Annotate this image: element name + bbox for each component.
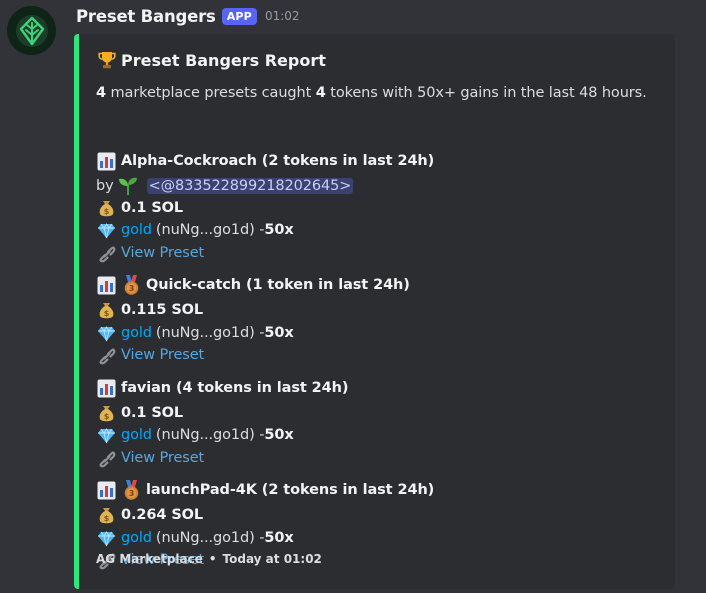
embed-footer: AG Marketplace • Today at 01:02 (96, 551, 322, 567)
money-bag-icon: $ (96, 505, 117, 526)
embed-description: 4 marketplace presets caught 4 tokens wi… (96, 85, 647, 101)
preset-amount-line: $ 0.1 SOL (96, 197, 183, 219)
money-bag-icon: $ (96, 403, 117, 424)
preset-name-line: 3 Quick-catch (1 token in last 24h) (96, 274, 410, 296)
seedling-icon (118, 176, 139, 197)
gem-icon (96, 425, 117, 446)
token-line: gold (nuNg...go1d) - 50x (96, 424, 294, 446)
trophy-icon (96, 50, 117, 71)
money-bag-icon: $ (96, 198, 117, 219)
svg-text:$: $ (104, 514, 110, 523)
gem-icon (96, 220, 117, 241)
bronze-medal-icon: 3 (121, 479, 142, 501)
token-address: (nuNg...go1d) - (155, 427, 265, 443)
desc-text: tokens with 50x+ gains in the last 48 ho… (325, 85, 647, 101)
token-link[interactable]: gold (121, 530, 152, 546)
token-link[interactable]: gold (121, 222, 152, 238)
preset-count: 4 (96, 85, 106, 101)
svg-text:$: $ (104, 412, 110, 421)
preset-name-line: favian (4 tokens in last 24h) (96, 377, 348, 399)
footer-timestamp: Today at 01:02 (222, 552, 322, 566)
preset-name: favian (4 tokens in last 24h) (121, 380, 349, 396)
preset-amount: 0.1 SOL (121, 405, 184, 421)
leaf-logo-icon (15, 14, 48, 47)
view-preset-link[interactable]: View Preset (121, 450, 204, 466)
gain-value: 50x (264, 222, 294, 238)
preset-amount-line: $ 0.264 SOL (96, 504, 203, 526)
link-icon (96, 448, 117, 469)
footer-separator: • (208, 552, 217, 566)
gem-icon (96, 323, 117, 344)
gain-value: 50x (264, 427, 294, 443)
by-label: by (96, 178, 114, 194)
embed-title-text: Preset Bangers Report (121, 50, 326, 70)
preset-amount-line: $ 0.115 SOL (96, 299, 203, 321)
preset-name-line: 3 launchPad-4K (2 tokens in last 24h) (96, 479, 434, 501)
token-link[interactable]: gold (121, 325, 152, 341)
token-line: gold (nuNg...go1d) - 50x (96, 527, 294, 549)
token-address: (nuNg...go1d) - (155, 222, 265, 238)
chart-icon (96, 480, 117, 501)
bronze-medal-icon: 3 (121, 274, 142, 296)
view-preset-link[interactable]: View Preset (121, 347, 204, 363)
token-count: 4 (315, 85, 326, 101)
preset-name: launchPad-4K (2 tokens in last 24h) (146, 482, 435, 498)
view-preset-line: View Preset (96, 242, 204, 264)
report-embed: Preset Bangers Report 4 marketplace pres… (74, 34, 675, 589)
preset-amount: 0.264 SOL (121, 507, 204, 523)
preset-name: Quick-catch (1 token in last 24h) (146, 277, 410, 293)
svg-text:3: 3 (129, 489, 134, 498)
preset-amount: 0.1 SOL (121, 200, 184, 216)
gain-value: 50x (264, 325, 294, 341)
gain-value: 50x (264, 530, 294, 546)
author-name[interactable]: Preset Bangers (76, 7, 216, 26)
svg-text:3: 3 (129, 284, 134, 293)
view-preset-link[interactable]: View Preset (121, 245, 204, 261)
svg-text:$: $ (104, 309, 110, 318)
embed-title: Preset Bangers Report (96, 47, 326, 73)
preset-author-line: by <@833522899218202645> (96, 175, 354, 197)
footer-source: AG Marketplace (96, 552, 203, 566)
token-address: (nuNg...go1d) - (155, 530, 265, 546)
token-line: gold (nuNg...go1d) - 50x (96, 219, 294, 241)
chart-icon (96, 151, 117, 172)
bot-avatar[interactable] (7, 6, 56, 55)
message-header: Preset Bangers APP 01:02 (76, 4, 300, 28)
desc-text: marketplace presets caught (106, 85, 316, 101)
message-timestamp[interactable]: 01:02 (265, 9, 300, 23)
preset-amount: 0.115 SOL (121, 302, 204, 318)
view-preset-line: View Preset (96, 447, 204, 469)
token-link[interactable]: gold (121, 427, 152, 443)
preset-name: Alpha-Cockroach (2 tokens in last 24h) (121, 153, 435, 169)
link-icon (96, 345, 117, 366)
link-icon (96, 243, 117, 264)
preset-amount-line: $ 0.1 SOL (96, 402, 183, 424)
svg-text:$: $ (104, 207, 110, 216)
money-bag-icon: $ (96, 300, 117, 321)
preset-name-line: Alpha-Cockroach (2 tokens in last 24h) (96, 150, 434, 172)
gem-icon (96, 528, 117, 549)
view-preset-line: View Preset (96, 344, 204, 366)
token-address: (nuNg...go1d) - (155, 325, 265, 341)
token-line: gold (nuNg...go1d) - 50x (96, 322, 294, 344)
user-mention[interactable]: <@833522899218202645> (146, 178, 354, 194)
app-badge: APP (221, 7, 257, 25)
chart-icon (96, 275, 117, 296)
chart-icon (96, 378, 117, 399)
